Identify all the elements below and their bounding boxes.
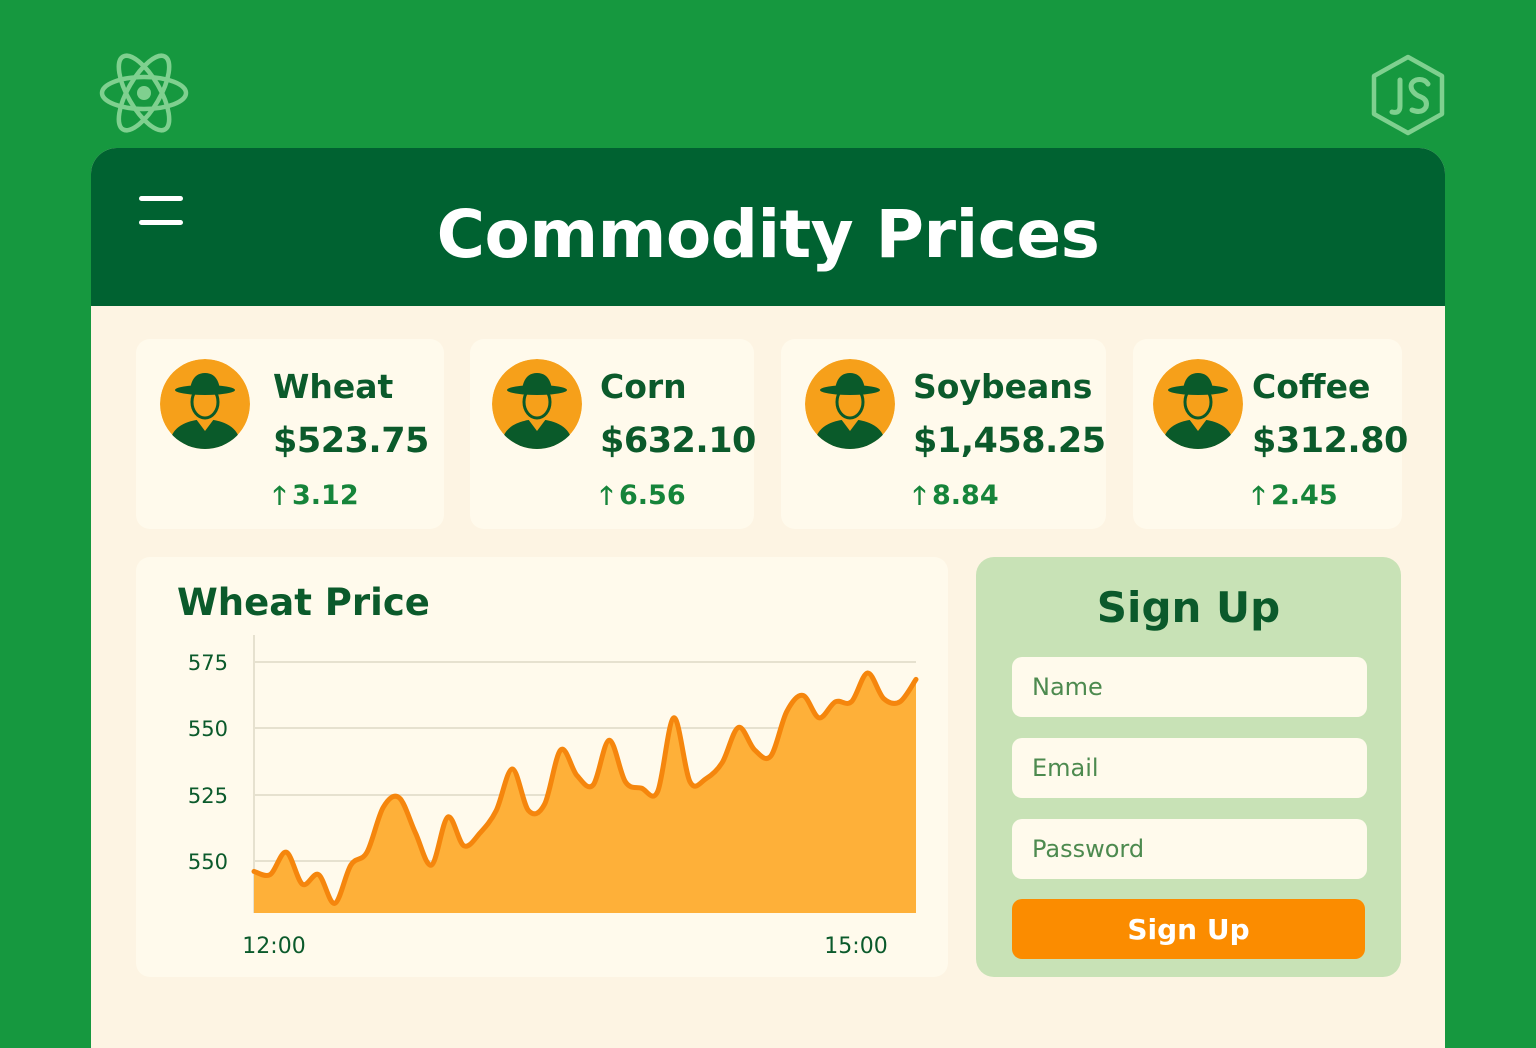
commodity-change: 🡑 6.56 xyxy=(600,480,686,511)
app-window: Commodity Prices Wheat $523.75 🡑 3.12 Co… xyxy=(91,148,1445,1048)
arrow-up-icon: 🡑 xyxy=(913,481,927,510)
react-atom-icon xyxy=(99,53,189,133)
wheat-price-chart-panel: Wheat Price 575 550 525 550 12:00 15:00 xyxy=(136,557,948,977)
commodity-card-soybeans[interactable]: Soybeans $1,458.25 🡑 8.84 xyxy=(781,339,1106,529)
commodity-change: 🡑 2.45 xyxy=(1252,480,1338,511)
y-tick-label: 575 xyxy=(188,651,228,675)
name-input[interactable] xyxy=(1012,657,1367,717)
x-tick-label: 12:00 xyxy=(242,934,305,959)
farmer-avatar-icon xyxy=(160,359,250,449)
commodity-change: 🡑 8.84 xyxy=(913,480,999,511)
nodejs-hexagon-icon xyxy=(1371,54,1445,136)
commodity-price: $312.80 xyxy=(1252,421,1408,461)
commodity-card-coffee[interactable]: Coffee $312.80 🡑 2.45 xyxy=(1133,339,1408,529)
y-tick-label: 550 xyxy=(188,717,228,741)
y-tick-label: 550 xyxy=(188,850,228,874)
commodity-price: $523.75 xyxy=(273,421,429,461)
arrow-up-icon: 🡑 xyxy=(600,481,614,510)
wheat-price-chart[interactable]: 575 550 525 550 12:00 15:00 xyxy=(136,557,948,977)
farmer-avatar-icon xyxy=(1153,359,1243,449)
email-input[interactable] xyxy=(1012,738,1367,798)
signup-title: Sign Up xyxy=(1096,583,1281,632)
password-input[interactable] xyxy=(1012,819,1367,879)
signup-panel: Sign Up Sign Up xyxy=(976,557,1401,977)
commodity-price: $632.10 xyxy=(600,421,756,461)
commodity-card-wheat[interactable]: Wheat $523.75 🡑 3.12 xyxy=(136,339,444,529)
commodity-name: Wheat xyxy=(273,367,394,406)
commodity-price: $1,458.25 xyxy=(913,421,1106,461)
commodity-card-corn[interactable]: Corn $632.10 🡑 6.56 xyxy=(470,339,756,529)
commodity-name: Corn xyxy=(600,367,687,406)
page-title: Commodity Prices xyxy=(436,196,1100,273)
arrow-up-icon: 🡑 xyxy=(1252,481,1266,510)
area-fill xyxy=(254,672,916,913)
arrow-up-icon: 🡑 xyxy=(273,481,287,510)
farmer-avatar-icon xyxy=(492,359,582,449)
commodity-change: 🡑 3.12 xyxy=(273,480,359,511)
farmer-avatar-icon xyxy=(805,359,895,449)
commodity-name: Coffee xyxy=(1252,367,1371,406)
y-tick-label: 525 xyxy=(188,784,228,808)
commodity-name: Soybeans xyxy=(913,367,1093,406)
header-bar: Commodity Prices xyxy=(91,148,1445,306)
x-tick-label: 15:00 xyxy=(824,934,887,959)
sign-up-button[interactable]: Sign Up xyxy=(1012,899,1365,959)
